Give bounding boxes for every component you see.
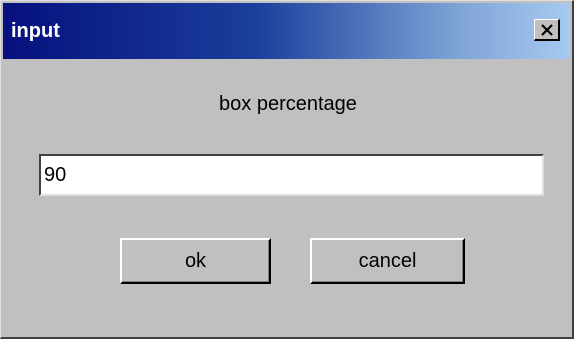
close-button[interactable] [534, 19, 560, 41]
percentage-input[interactable] [39, 154, 544, 196]
close-icon [540, 23, 554, 36]
prompt-label: box percentage [219, 93, 357, 115]
ok-button[interactable]: ok [120, 238, 271, 284]
window-title: input [11, 20, 60, 42]
cancel-button[interactable]: cancel [310, 238, 465, 284]
input-dialog: input box percentage ok cancel [0, 0, 574, 339]
title-bar[interactable]: input [3, 3, 570, 59]
